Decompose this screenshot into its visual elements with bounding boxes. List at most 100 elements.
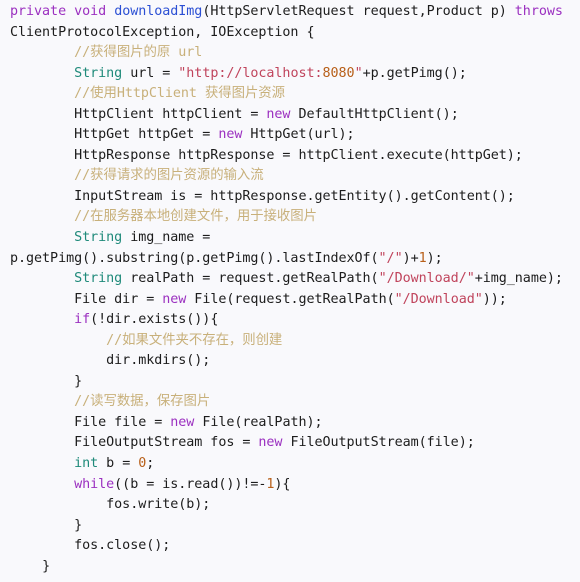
code-line: HttpResponse httpResponse = httpClient.e… [0, 146, 580, 167]
code-token-pln: InputStream is = httpResponse.getEntity(… [74, 188, 515, 204]
code-token-kw: void [74, 4, 107, 19]
code-token-typ: int [74, 456, 99, 472]
code-token-kw: if [74, 312, 91, 328]
code-line: //获得图片的原 url [0, 43, 580, 64]
code-line: p.getPimg().substring(p.getPimg().lastIn… [0, 249, 580, 270]
code-token-cmt: //在服务器本地创建文件，用于接收图片 [74, 209, 317, 225]
code-token-pln: HttpClient httpClient = [74, 106, 267, 122]
code-token-kw: new [266, 106, 291, 122]
code-token-pln: realPath = request.getRealPath( [122, 271, 379, 287]
code-line: fos.close(); [0, 536, 580, 557]
code-token-mth: downloadImg [114, 4, 203, 19]
code-token-kw: throws [514, 4, 563, 19]
code-token-cmt: //如果文件夹不存在，则创建 [106, 332, 283, 348]
code-token-kw: while [74, 476, 115, 492]
code-token-pln: File file = [74, 414, 171, 430]
code-token-pln: File(realPath); [194, 414, 323, 430]
code-token-pln: DefaultHttpClient(); [290, 106, 459, 122]
code-line: //获得请求的图片资源的输入流 [0, 166, 580, 187]
code-token-pln: } [74, 517, 83, 533]
code-line: } [0, 516, 580, 537]
code-token-pln: } [42, 558, 51, 574]
code-token-pln: ; [146, 456, 155, 472]
code-token-pln: img_name = [122, 230, 211, 246]
code-token-cmt: //读写数据，保存图片 [74, 394, 211, 410]
code-token-pln: +img_name); [474, 271, 563, 287]
code-token-pln: )+ [402, 250, 419, 266]
code-line: private void downloadImg(HttpServletRequ… [0, 2, 580, 23]
code-line: if(!dir.exists()){ [0, 310, 580, 331]
code-token-str: " [354, 65, 363, 81]
code-token-pln: (!dir.exists()){ [90, 312, 219, 328]
code-token-pln: FileOutputStream fos = [74, 435, 259, 451]
code-line: //使用HttpClient 获得图片资源 [0, 84, 580, 105]
code-token-pln: fos.write(b); [106, 497, 211, 513]
code-token-typ: String [74, 65, 123, 81]
code-token-pln: File(request.getRealPath( [186, 291, 395, 307]
code-token-pln: } [74, 373, 83, 389]
code-line: String url = "http://localhost:8080"+p.g… [0, 64, 580, 85]
code-line: ClientProtocolException, IOException { [0, 23, 580, 44]
code-editor-viewport[interactable]: private void downloadImg(HttpServletRequ… [0, 0, 580, 582]
code-line: while((b = is.read())!=-1){ [0, 475, 580, 496]
code-token-str: "/" [378, 250, 403, 266]
code-token-pln: HttpGet(url); [242, 127, 355, 143]
code-line: String img_name = [0, 228, 580, 249]
code-line: String realPath = request.getRealPath("/… [0, 269, 580, 290]
code-line: fos.write(b); [0, 495, 580, 516]
code-token-typ: String [74, 230, 123, 246]
code-token-pln: ClientProtocolException, IOException { [10, 24, 315, 40]
code-line: int b = 0; [0, 454, 580, 475]
code-token-pln: fos.close(); [74, 538, 171, 554]
code-line: HttpClient httpClient = new DefaultHttpC… [0, 105, 580, 126]
code-token-pln: (HttpServletRequest request,Product p) [202, 4, 515, 19]
code-token-pln: HttpGet httpGet = [74, 127, 219, 143]
code-token-cmt: //使用HttpClient 获得图片资源 [74, 86, 285, 102]
code-token-pln [106, 4, 114, 19]
code-token-kw: new [218, 127, 243, 143]
code-token-pln: )); [482, 291, 507, 307]
code-token-pln [66, 4, 74, 19]
code-token-cmt: //获得图片的原 url [74, 45, 203, 61]
code-token-typ: String [74, 271, 123, 287]
code-line: FileOutputStream fos = new FileOutputStr… [0, 433, 580, 454]
code-line: //在服务器本地创建文件，用于接收图片 [0, 207, 580, 228]
code-token-pln: ); [426, 250, 443, 266]
code-token-num: 1 [418, 250, 427, 266]
code-token-kw: new [170, 414, 195, 430]
code-token-pln: p.getPimg().substring(p.getPimg().lastIn… [10, 250, 379, 266]
code-block[interactable]: private void downloadImg(HttpServletRequ… [0, 2, 580, 577]
code-token-pln: HttpResponse httpResponse = httpClient.e… [74, 147, 523, 163]
code-line: } [0, 557, 580, 578]
code-line: } [0, 372, 580, 393]
code-line: InputStream is = httpResponse.getEntity(… [0, 187, 580, 208]
code-token-pln: FileOutputStream(file); [282, 435, 475, 451]
code-token-pln: url = [122, 65, 179, 81]
code-token-str: "http://localhost: [178, 65, 323, 81]
code-token-kw: private [10, 4, 67, 19]
code-token-pln: b = [98, 456, 139, 472]
code-token-kw: new [258, 435, 283, 451]
code-line: File dir = new File(request.getRealPath(… [0, 290, 580, 311]
code-line: dir.mkdirs(); [0, 351, 580, 372]
